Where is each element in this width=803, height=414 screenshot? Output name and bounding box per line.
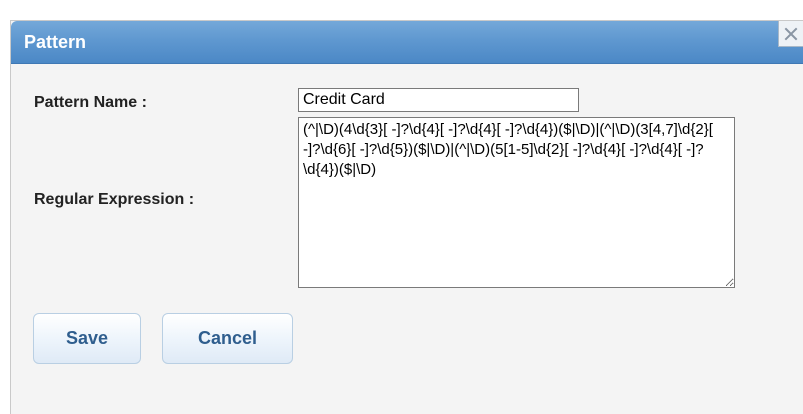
pattern-name-label: Pattern Name : (34, 94, 147, 111)
cancel-button[interactable]: Cancel (162, 313, 293, 364)
dialog-title: Pattern (24, 32, 87, 52)
save-button[interactable]: Save (33, 313, 141, 364)
regular-expression-label: Regular Expression : (34, 191, 195, 208)
close-icon (784, 27, 798, 40)
regular-expression-input[interactable]: (^|\D)(4\d{3}[ -]?\d{4}[ -]?\d{4}[ -]?\d… (298, 117, 735, 288)
close-button[interactable] (778, 21, 803, 47)
pattern-name-input[interactable] (298, 88, 579, 112)
dialog-titlebar[interactable]: Pattern (11, 21, 803, 64)
pattern-dialog: Pattern Pattern Name : Regular Expressio… (10, 20, 803, 414)
